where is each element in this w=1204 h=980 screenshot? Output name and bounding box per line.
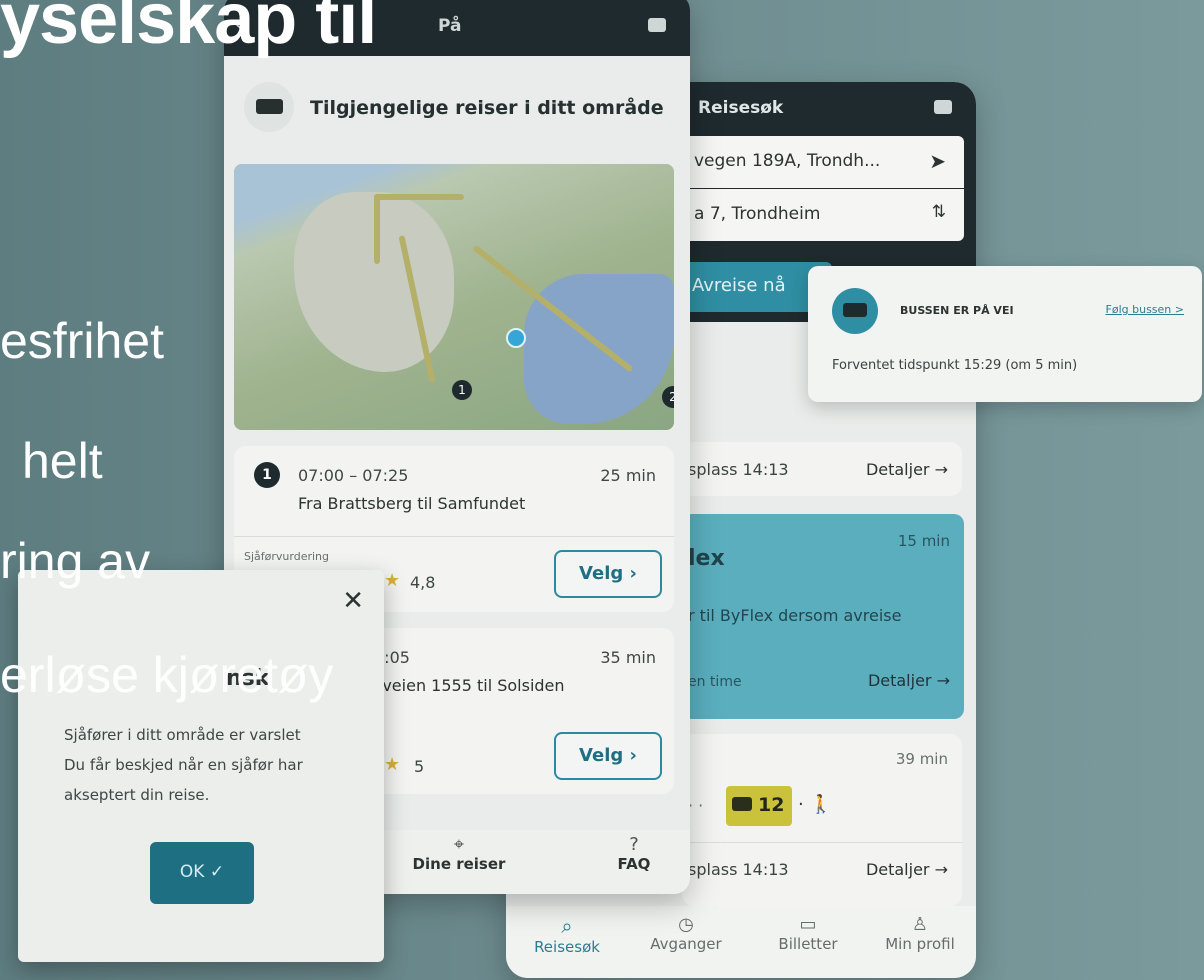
bullet-text-3: ring av [0,533,151,589]
request-sent-dialog: ✕ nsk Sjåfører i ditt område er varslet … [18,570,384,962]
details-link[interactable]: Detaljer → [866,860,948,879]
route-line [374,194,380,264]
choose-trip-button[interactable]: Velg › [554,732,662,780]
details-link[interactable]: Detaljer → [866,460,948,479]
route-line [374,194,464,200]
ok-button[interactable]: OK ✓ [150,842,254,904]
divider [682,842,962,843]
headline-text: yselskap til [0,0,377,59]
map-marker-1: 1 [452,380,472,400]
follow-bus-link[interactable]: Følg bussen > [1106,303,1184,316]
clock-icon: ◷ [678,914,694,935]
bullet-text-1: esfrihet [0,313,164,369]
bottom-tab-bar: ⌕ Reisesøk ◷ Avganger ▭ Billetter ♙ Min … [506,906,976,978]
bullet-text-4: erløse kjøretøy [0,647,334,703]
bus-icon [832,288,878,334]
ticket-icon: ▭ [799,914,817,935]
from-field[interactable]: vegen 189A, Trondh... ➤ [682,136,964,188]
divider [234,536,674,537]
bullet-text-2: helt [22,433,103,489]
search-title: Reisesøk [698,98,784,118]
map-pin-icon: ⌖ [453,834,465,855]
location-arrow-icon[interactable]: ➤ [929,149,946,173]
search-icon: ⌕ [561,914,573,938]
star-icon: ★ [384,570,401,591]
star-icon: ★ [384,754,401,775]
available-header: Tilgjengelige reiser i ditt område [224,56,690,160]
route-map[interactable]: 1 2 [234,164,674,430]
walk-dots: · · [688,796,704,815]
bus-icon [732,797,752,811]
result-row-3[interactable]: 39 min · · 12 · 🚶 splass 14:13 Detaljer … [682,734,962,906]
minibus-icon [244,82,294,132]
walk-icon: · 🚶 [798,794,832,815]
help-bubble-icon: ? [629,834,639,855]
tab-dine-reiser[interactable]: ⌖ Dine reiser [404,834,514,873]
chat-icon[interactable] [934,100,952,114]
result-row-1[interactable]: splass 14:13 Detaljer → [682,442,962,496]
person-icon: ♙ [911,914,929,935]
trip-number-badge: 1 [254,462,280,488]
tab-min-profil[interactable]: ♙ Min profil [868,914,972,953]
byflex-card[interactable]: lex 15 min r til ByFlex dersom avreise e… [682,514,964,719]
chat-icon[interactable] [648,18,666,32]
choose-trip-button[interactable]: Velg › [554,550,662,598]
to-field[interactable]: a 7, Trondheim ⇅ [682,189,964,241]
details-link[interactable]: Detaljer → [868,671,950,690]
close-icon[interactable]: ✕ [342,586,364,616]
tab-faq[interactable]: ? FAQ [604,834,664,873]
swap-icon[interactable]: ⇅ [932,202,946,222]
tab-reisesok[interactable]: ⌕ Reisesøk [522,914,612,956]
tab-avganger[interactable]: ◷ Avganger [636,914,736,953]
bus-badge: 12 [726,786,792,826]
tab-billetter[interactable]: ▭ Billetter [758,914,858,953]
bus-on-way-card[interactable]: BUSSEN ER PÅ VEI Følg bussen > Forventet… [808,266,1202,402]
current-location-dot [506,328,526,348]
